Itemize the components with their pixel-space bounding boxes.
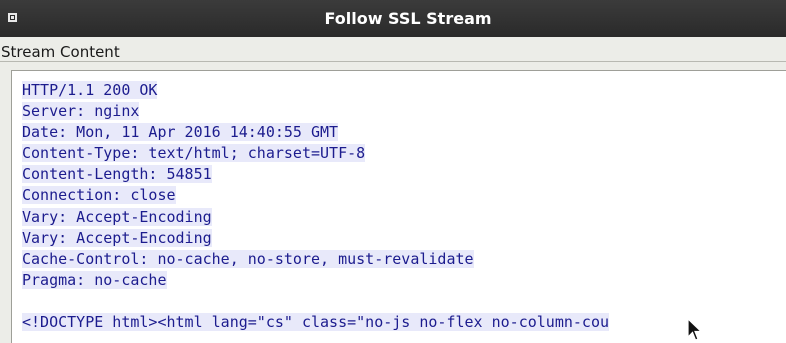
stream-line: Content-Length: 54851 (22, 165, 212, 184)
stream-line: Server: nginx (22, 102, 140, 121)
stream-line: Content-Type: text/html; charset=UTF-8 (22, 144, 366, 163)
stream-line: Cache-Control: no-cache, no-store, must-… (22, 249, 474, 268)
follow-ssl-stream-window: Follow SSL Stream Stream Content HTTP/1.… (0, 0, 786, 343)
titlebar[interactable]: Follow SSL Stream (0, 0, 786, 37)
stream-line: HTTP/1.1 200 OK (22, 81, 158, 99)
stream-line: Connection: close (22, 186, 176, 205)
stream-line: <!DOCTYPE html><html lang="cs" class="no… (22, 313, 609, 332)
stream-line: Pragma: no-cache (22, 270, 167, 289)
stream-line: Vary: Accept-Encoding (22, 207, 212, 226)
stream-content-label: Stream Content (1, 43, 122, 61)
stream-line: Date: Mon, 11 Apr 2016 14:40:55 GMT (22, 123, 339, 142)
stream-content-textview[interactable]: HTTP/1.1 200 OK Server: nginx Date: Mon, 1… (11, 70, 786, 343)
window-title: Follow SSL Stream (324, 9, 492, 28)
mouse-pointer-icon (687, 318, 703, 341)
stream-line (22, 291, 609, 312)
stream-line: Vary: Accept-Encoding (22, 228, 212, 247)
frame-border (0, 61, 786, 62)
stream-text[interactable]: HTTP/1.1 200 OK Server: nginx Date: Mon, 1… (22, 80, 609, 333)
